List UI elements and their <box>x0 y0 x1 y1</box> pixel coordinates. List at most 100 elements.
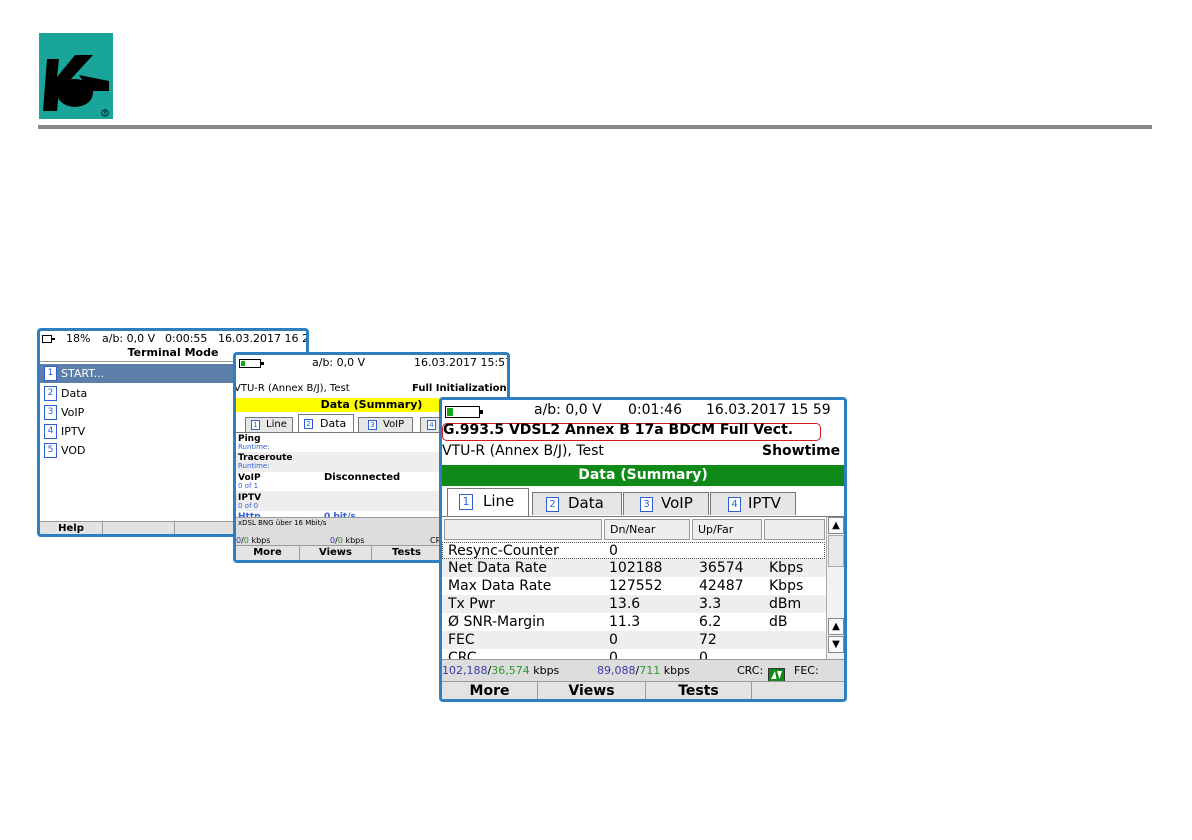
row-unit: Kbps <box>769 560 804 576</box>
battery-icon <box>445 406 483 418</box>
views-button[interactable]: Views <box>538 682 646 699</box>
tab-label: Data <box>320 417 347 430</box>
rate-unit: kbps <box>251 536 271 545</box>
row-unit: Kbps <box>769 578 804 594</box>
line-state: Full Initialization <box>412 383 507 394</box>
row-label: Net Data Rate <box>448 560 548 576</box>
max-rate: 89,088/711 kbps <box>597 664 690 677</box>
ab-voltage: a/b: 0,0 V <box>102 332 156 345</box>
row-label: Max Data Rate <box>448 578 552 594</box>
modem-mode: VTU-R (Annex B/J), Test <box>442 443 604 459</box>
function-key-3[interactable] <box>175 522 235 534</box>
more-button[interactable]: More <box>442 682 538 699</box>
table-row[interactable]: Max Data Rate 127552 42487 Kbps <box>442 577 826 595</box>
table-header: Dn/Near Up/Far <box>442 517 827 542</box>
net-rate: 102,188/36,574 kbps <box>442 664 560 677</box>
tab-label: VoIP <box>661 494 693 512</box>
row-dn-value: 0 <box>609 632 618 648</box>
scroll-thumb[interactable] <box>828 535 844 567</box>
crc-label: CRC: <box>737 664 764 677</box>
views-button[interactable]: Views <box>300 546 372 560</box>
table-row[interactable]: CRC 0 0 <box>442 649 826 659</box>
table-row[interactable]: FEC 0 72 <box>442 631 826 649</box>
tests-button[interactable]: Tests <box>372 546 442 560</box>
scroll-up-button[interactable]: ▲ <box>828 517 844 534</box>
rate-unit: kbps <box>533 664 560 677</box>
elapsed-time: 0:01:46 <box>628 402 682 418</box>
table-row[interactable]: Tx Pwr 13.6 3.3 dBm <box>442 595 826 613</box>
tab-number: 2 <box>546 497 559 512</box>
menu-number: 3 <box>44 405 57 420</box>
battery-icon <box>239 359 264 368</box>
rate-down: 102,188 <box>442 664 488 677</box>
voip-status: Disconnected <box>324 472 401 483</box>
tab-label: Line <box>266 419 287 430</box>
vdsl-mode: G.993.5 VDSL2 Annex B 17a BDCM Full Vect… <box>443 422 794 438</box>
row-unit: dBm <box>769 596 802 612</box>
date-time: 16.03.2017 16 2 <box>218 332 309 345</box>
row-label: Tx Pwr <box>448 596 495 612</box>
tests-button[interactable]: Tests <box>646 682 752 699</box>
kathrein-logo: R <box>39 33 113 119</box>
function-key-4[interactable] <box>752 682 844 699</box>
table-row[interactable]: Net Data Rate 102188 36574 Kbps <box>442 559 826 577</box>
menu-label: VoIP <box>61 406 85 419</box>
tab-voip[interactable]: 3 VoIP <box>358 417 413 432</box>
net-rate: 0/0 kbps <box>236 536 271 545</box>
menu-number: 2 <box>44 386 57 401</box>
rate-unit: kbps <box>663 664 690 677</box>
row-unit: dB <box>769 614 788 630</box>
menu-number: 4 <box>44 424 57 439</box>
tab-label: IPTV <box>748 494 781 512</box>
tab-label: Data <box>568 494 604 512</box>
tab-data[interactable]: 2 Data <box>298 414 354 432</box>
tab-number: 3 <box>368 420 377 430</box>
battery-icon <box>42 335 55 343</box>
row-label: CRC <box>448 650 477 659</box>
crc-indicator-icon <box>768 667 785 682</box>
function-key-2[interactable] <box>103 522 175 534</box>
rate-up: 0 <box>337 536 343 545</box>
rate-down: 0 <box>330 536 336 545</box>
tab-data[interactable]: 2 Data <box>532 492 622 515</box>
row-dn-value: 127552 <box>609 578 663 594</box>
scroll-down-button[interactable]: ▼ <box>828 636 844 653</box>
tab-label: VoIP <box>383 419 405 430</box>
table-row[interactable]: Resync-Counter 0 <box>442 542 825 559</box>
menu-label: VOD <box>61 444 86 457</box>
table-row[interactable]: Ø SNR-Margin 11.3 6.2 dB <box>442 613 826 631</box>
more-button[interactable]: More <box>236 546 300 560</box>
menu-number: 1 <box>44 366 57 381</box>
row-label: FEC <box>448 632 475 648</box>
svg-text:R: R <box>104 111 107 116</box>
tab-line[interactable]: 1 Line <box>245 417 293 432</box>
tab-number: 1 <box>251 420 260 430</box>
line-state: Showtime <box>762 443 841 459</box>
fec-label: FEC: <box>794 664 819 677</box>
tab-voip[interactable]: 3 VoIP <box>623 492 709 515</box>
tab-iptv[interactable]: 4 IPTV <box>710 492 796 515</box>
row-dn-value: 11.3 <box>609 614 641 630</box>
table-scrollbar[interactable]: ▲ ▲ ▼ <box>826 517 844 659</box>
tab-number: 2 <box>304 419 313 429</box>
help-button[interactable]: Help <box>40 522 103 534</box>
ab-voltage: a/b: 0,0 V <box>534 402 602 418</box>
page-up-button[interactable]: ▲ <box>828 618 844 635</box>
ping-runtime: Runtime: <box>238 443 270 451</box>
row-up-value: 42487 <box>699 578 744 594</box>
column-header-unit <box>764 519 825 540</box>
row-up-value: 0 <box>699 650 708 659</box>
tab-number: 1 <box>459 494 473 510</box>
date-time: 16.03.2017 15 59 <box>706 402 831 418</box>
row-label: Resync-Counter <box>448 543 559 559</box>
data-summary-screen: a/b: 0,0 V 0:01:46 16.03.2017 15 59 G.99… <box>439 397 847 702</box>
date-time: 16.03.2017 15:57 <box>414 356 510 369</box>
row-up-value: 6.2 <box>699 614 722 630</box>
tab-line[interactable]: 1 Line <box>447 488 529 517</box>
row-dn-value: 102188 <box>609 560 663 576</box>
function-key-bar: More Views Tests <box>442 681 844 699</box>
column-header-dn-near: Dn/Near <box>604 519 690 540</box>
row-up-value: 3.3 <box>699 596 722 612</box>
tab-number: 3 <box>640 497 653 512</box>
max-rate: 0/0 kbps <box>330 536 365 545</box>
